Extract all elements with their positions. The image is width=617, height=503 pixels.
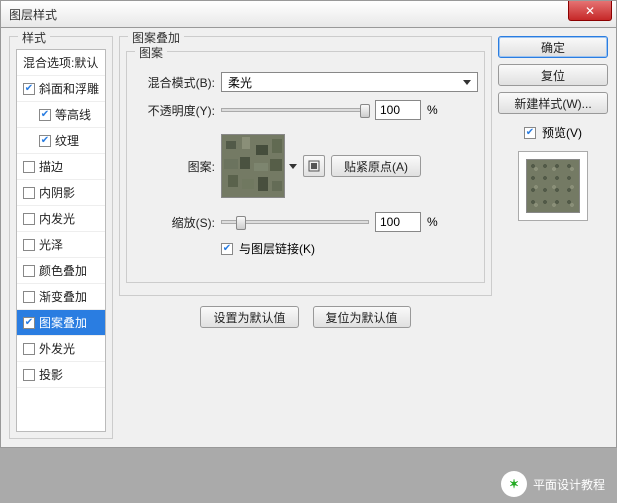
style-checkbox[interactable] [23,187,35,199]
opacity-input[interactable]: 100 [375,100,421,120]
style-item-label: 图案叠加 [39,314,87,331]
styles-fieldset: 样式 混合选项:默认斜面和浮雕等高线纹理描边内阴影内发光光泽颜色叠加渐变叠加图案… [9,36,113,439]
style-item-label: 等高线 [55,106,91,123]
link-checkbox[interactable] [221,243,233,255]
style-item[interactable]: 混合选项:默认 [17,50,105,76]
style-item[interactable]: 颜色叠加 [17,258,105,284]
style-item[interactable]: 光泽 [17,232,105,258]
styles-legend: 样式 [18,29,50,46]
style-checkbox[interactable] [23,291,35,303]
opacity-row: 不透明度(Y): 100 % [133,100,478,120]
link-row: 与图层链接(K) [221,240,478,257]
defaults-row: 设置为默认值 复位为默认值 [119,306,492,328]
chevron-down-icon [463,80,471,85]
style-item[interactable]: 内阴影 [17,180,105,206]
style-item[interactable]: 渐变叠加 [17,284,105,310]
pattern-label: 图案: [133,158,215,175]
title-bar: 图层样式 ✕ [0,0,617,28]
style-checkbox[interactable] [23,83,35,95]
style-item-label: 颜色叠加 [39,262,87,279]
style-item[interactable]: 外发光 [17,336,105,362]
style-checkbox[interactable] [23,213,35,225]
new-preset-button[interactable] [303,155,325,177]
preview-checkbox[interactable] [524,127,536,139]
pattern-fieldset: 图案 混合模式(B): 柔光 不透明度(Y): 100 % 图案: [126,51,485,283]
pattern-swatch[interactable] [221,134,285,198]
style-item[interactable]: 等高线 [17,102,105,128]
style-checkbox[interactable] [39,135,51,147]
blend-mode-select[interactable]: 柔光 [221,72,478,92]
watermark: ✶ 平面设计教程 [501,471,605,497]
style-item-label: 混合选项:默认 [23,54,98,71]
style-item[interactable]: 纹理 [17,128,105,154]
style-item-label: 内发光 [39,210,75,227]
style-item[interactable]: 投影 [17,362,105,388]
style-item-label: 光泽 [39,236,63,253]
opacity-slider[interactable] [221,108,369,112]
style-item-label: 描边 [39,158,63,175]
overlay-fieldset: 图案叠加 图案 混合模式(B): 柔光 不透明度(Y): 100 % [119,36,492,296]
style-item-label: 斜面和浮雕 [39,80,99,97]
preview-row: 预览(V) [498,124,608,141]
style-checkbox[interactable] [23,265,35,277]
style-checkbox[interactable] [23,343,35,355]
style-list: 混合选项:默认斜面和浮雕等高线纹理描边内阴影内发光光泽颜色叠加渐变叠加图案叠加外… [16,49,106,432]
style-item-label: 内阴影 [39,184,75,201]
scale-label: 缩放(S): [133,214,215,231]
pattern-legend: 图案 [135,44,167,61]
preview-label: 预览(V) [542,124,582,141]
swatch-icon [308,160,320,172]
opacity-thumb[interactable] [360,104,370,118]
blend-mode-value: 柔光 [228,74,252,91]
style-checkbox[interactable] [23,239,35,251]
style-checkbox[interactable] [39,109,51,121]
wechat-icon: ✶ [501,471,527,497]
preview-swatch [526,159,580,213]
style-item[interactable]: 图案叠加 [17,310,105,336]
opacity-label: 不透明度(Y): [133,102,215,119]
blend-mode-row: 混合模式(B): 柔光 [133,72,478,92]
style-item-label: 外发光 [39,340,75,357]
link-label: 与图层链接(K) [239,240,315,257]
set-default-button[interactable]: 设置为默认值 [200,306,298,328]
scale-slider[interactable] [221,220,369,224]
ok-button[interactable]: 确定 [498,36,608,58]
style-item-label: 渐变叠加 [39,288,87,305]
style-checkbox[interactable] [23,161,35,173]
style-checkbox[interactable] [23,369,35,381]
blend-mode-label: 混合模式(B): [133,74,215,91]
dialog-body: 样式 混合选项:默认斜面和浮雕等高线纹理描边内阴影内发光光泽颜色叠加渐变叠加图案… [0,28,617,448]
scale-row: 缩放(S): 100 % [133,212,478,232]
pattern-row: 图案: 贴紧原点(A) [133,134,478,198]
preview-box [518,151,588,221]
scale-input[interactable]: 100 [375,212,421,232]
window-title: 图层样式 [9,6,57,23]
watermark-text: 平面设计教程 [533,476,605,493]
style-item-label: 投影 [39,366,63,383]
style-checkbox[interactable] [23,317,35,329]
percent-unit: % [427,215,438,229]
close-icon: ✕ [585,4,595,18]
options-column: 图案叠加 图案 混合模式(B): 柔光 不透明度(Y): 100 % [119,36,492,439]
close-button[interactable]: ✕ [568,1,612,21]
snap-origin-button[interactable]: 贴紧原点(A) [331,155,421,177]
reset-default-button[interactable]: 复位为默认值 [313,306,411,328]
style-item-label: 纹理 [55,132,79,149]
style-item[interactable]: 内发光 [17,206,105,232]
right-pane: 确定 复位 新建样式(W)... 预览(V) [498,36,608,439]
cancel-button[interactable]: 复位 [498,64,608,86]
styles-column: 样式 混合选项:默认斜面和浮雕等高线纹理描边内阴影内发光光泽颜色叠加渐变叠加图案… [9,36,113,439]
percent-unit: % [427,103,438,117]
style-item[interactable]: 描边 [17,154,105,180]
pattern-dropdown-icon[interactable] [289,164,297,169]
new-style-button[interactable]: 新建样式(W)... [498,92,608,114]
scale-thumb[interactable] [236,216,246,230]
style-item[interactable]: 斜面和浮雕 [17,76,105,102]
